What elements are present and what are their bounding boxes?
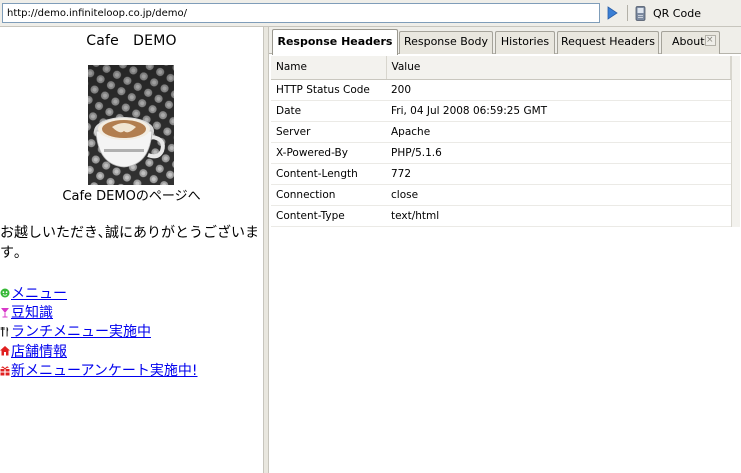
menu-link-menu[interactable]: メニュー: [11, 283, 67, 303]
close-tab-icon[interactable]: ×: [705, 35, 716, 46]
inspector-pane: Response Headers Response Body Histories…: [269, 27, 741, 473]
header-value-cell: PHP/5.1.6: [386, 142, 731, 164]
header-value-cell: close: [386, 184, 731, 206]
header-value-cell: Fri, 04 Jul 2008 06:59:25 GMT: [386, 100, 731, 122]
table-row[interactable]: X-Powered-By PHP/5.1.6: [271, 142, 731, 164]
go-arrow-icon: [607, 6, 618, 20]
menu-link-store[interactable]: 店舗情報: [11, 341, 67, 361]
tab-response-body[interactable]: Response Body: [399, 31, 493, 54]
tab-histories[interactable]: Histories: [495, 31, 555, 54]
menu-item: メニュー: [0, 283, 263, 302]
menu-link-lunch[interactable]: ランチメニュー実施中: [11, 321, 151, 341]
menu-link-tips[interactable]: 豆知識: [11, 302, 53, 322]
header-value-cell: Apache: [386, 121, 731, 143]
menu-item: 新メニューアンケート実施中!: [0, 361, 263, 380]
response-headers-table: Name Value HTTP Status Code 200 Date Fri, …: [271, 56, 731, 227]
menu-list: メニュー 豆知識 ランチメニュー実施中 店舗情報 新メニューアンケート実施中!: [0, 283, 263, 380]
header-value-cell: text/html: [386, 205, 731, 227]
coffee-cup-image: [88, 65, 174, 185]
header-name-cell: HTTP Status Code: [271, 79, 386, 101]
house-icon: [0, 346, 10, 356]
inspector-tabs: Response Headers Response Body Histories…: [269, 27, 741, 55]
table-row[interactable]: Connection close: [271, 184, 731, 206]
header-value-cell: 772: [386, 163, 731, 185]
menu-link-survey[interactable]: 新メニューアンケート実施中!: [11, 360, 198, 380]
tab-response-headers[interactable]: Response Headers: [272, 29, 398, 55]
header-name-cell: X-Powered-By: [271, 142, 386, 164]
header-name-cell: Content-Type: [271, 205, 386, 227]
address-toolbar: QR Code: [0, 0, 741, 27]
qr-code-label: QR Code: [653, 7, 701, 20]
menu-item: ランチメニュー実施中: [0, 322, 263, 341]
mobile-preview-pane: Cafe DEMO Cafe DEMOのページへ お越しいただき､誠にありがとう…: [0, 27, 263, 473]
green-face-icon: [0, 288, 10, 298]
go-button[interactable]: [606, 6, 618, 20]
header-name-cell: Server: [271, 121, 386, 143]
qr-code-button[interactable]: QR Code: [635, 4, 701, 23]
table-row[interactable]: Content-Type text/html: [271, 205, 731, 227]
table-header-row: Name Value: [271, 56, 731, 80]
menu-item: 店舗情報: [0, 341, 263, 360]
toolbar-separator: [627, 5, 628, 21]
cocktail-glass-icon: [1, 307, 9, 318]
table-row[interactable]: Date Fri, 04 Jul 2008 06:59:25 GMT: [271, 100, 731, 122]
header-name-cell: Date: [271, 100, 386, 122]
table-row[interactable]: HTTP Status Code 200: [271, 79, 731, 101]
gift-icon: [0, 366, 10, 376]
header-name-cell: Content-Length: [271, 163, 386, 185]
photo-caption: Cafe DEMOのページへ: [62, 189, 201, 204]
table-scrollbar[interactable]: [731, 56, 740, 227]
menu-item: 豆知識: [0, 302, 263, 321]
site-title: Cafe DEMO: [86, 33, 177, 49]
table-row[interactable]: Content-Length 772: [271, 163, 731, 185]
column-header-value[interactable]: Value: [386, 56, 731, 80]
welcome-text: お越しいただき､誠にありがとうございます｡: [0, 225, 259, 261]
fork-knife-icon: [0, 326, 9, 337]
coffee-photo: [88, 65, 174, 185]
mobile-phone-icon: [635, 6, 646, 21]
tab-about[interactable]: About ×: [661, 31, 720, 54]
header-name-cell: Connection: [271, 184, 386, 206]
tab-request-headers[interactable]: Request Headers: [557, 31, 659, 54]
column-header-name[interactable]: Name: [271, 56, 387, 80]
header-value-cell: 200: [386, 79, 731, 101]
table-row[interactable]: Server Apache: [271, 121, 731, 143]
url-input[interactable]: [2, 3, 600, 23]
